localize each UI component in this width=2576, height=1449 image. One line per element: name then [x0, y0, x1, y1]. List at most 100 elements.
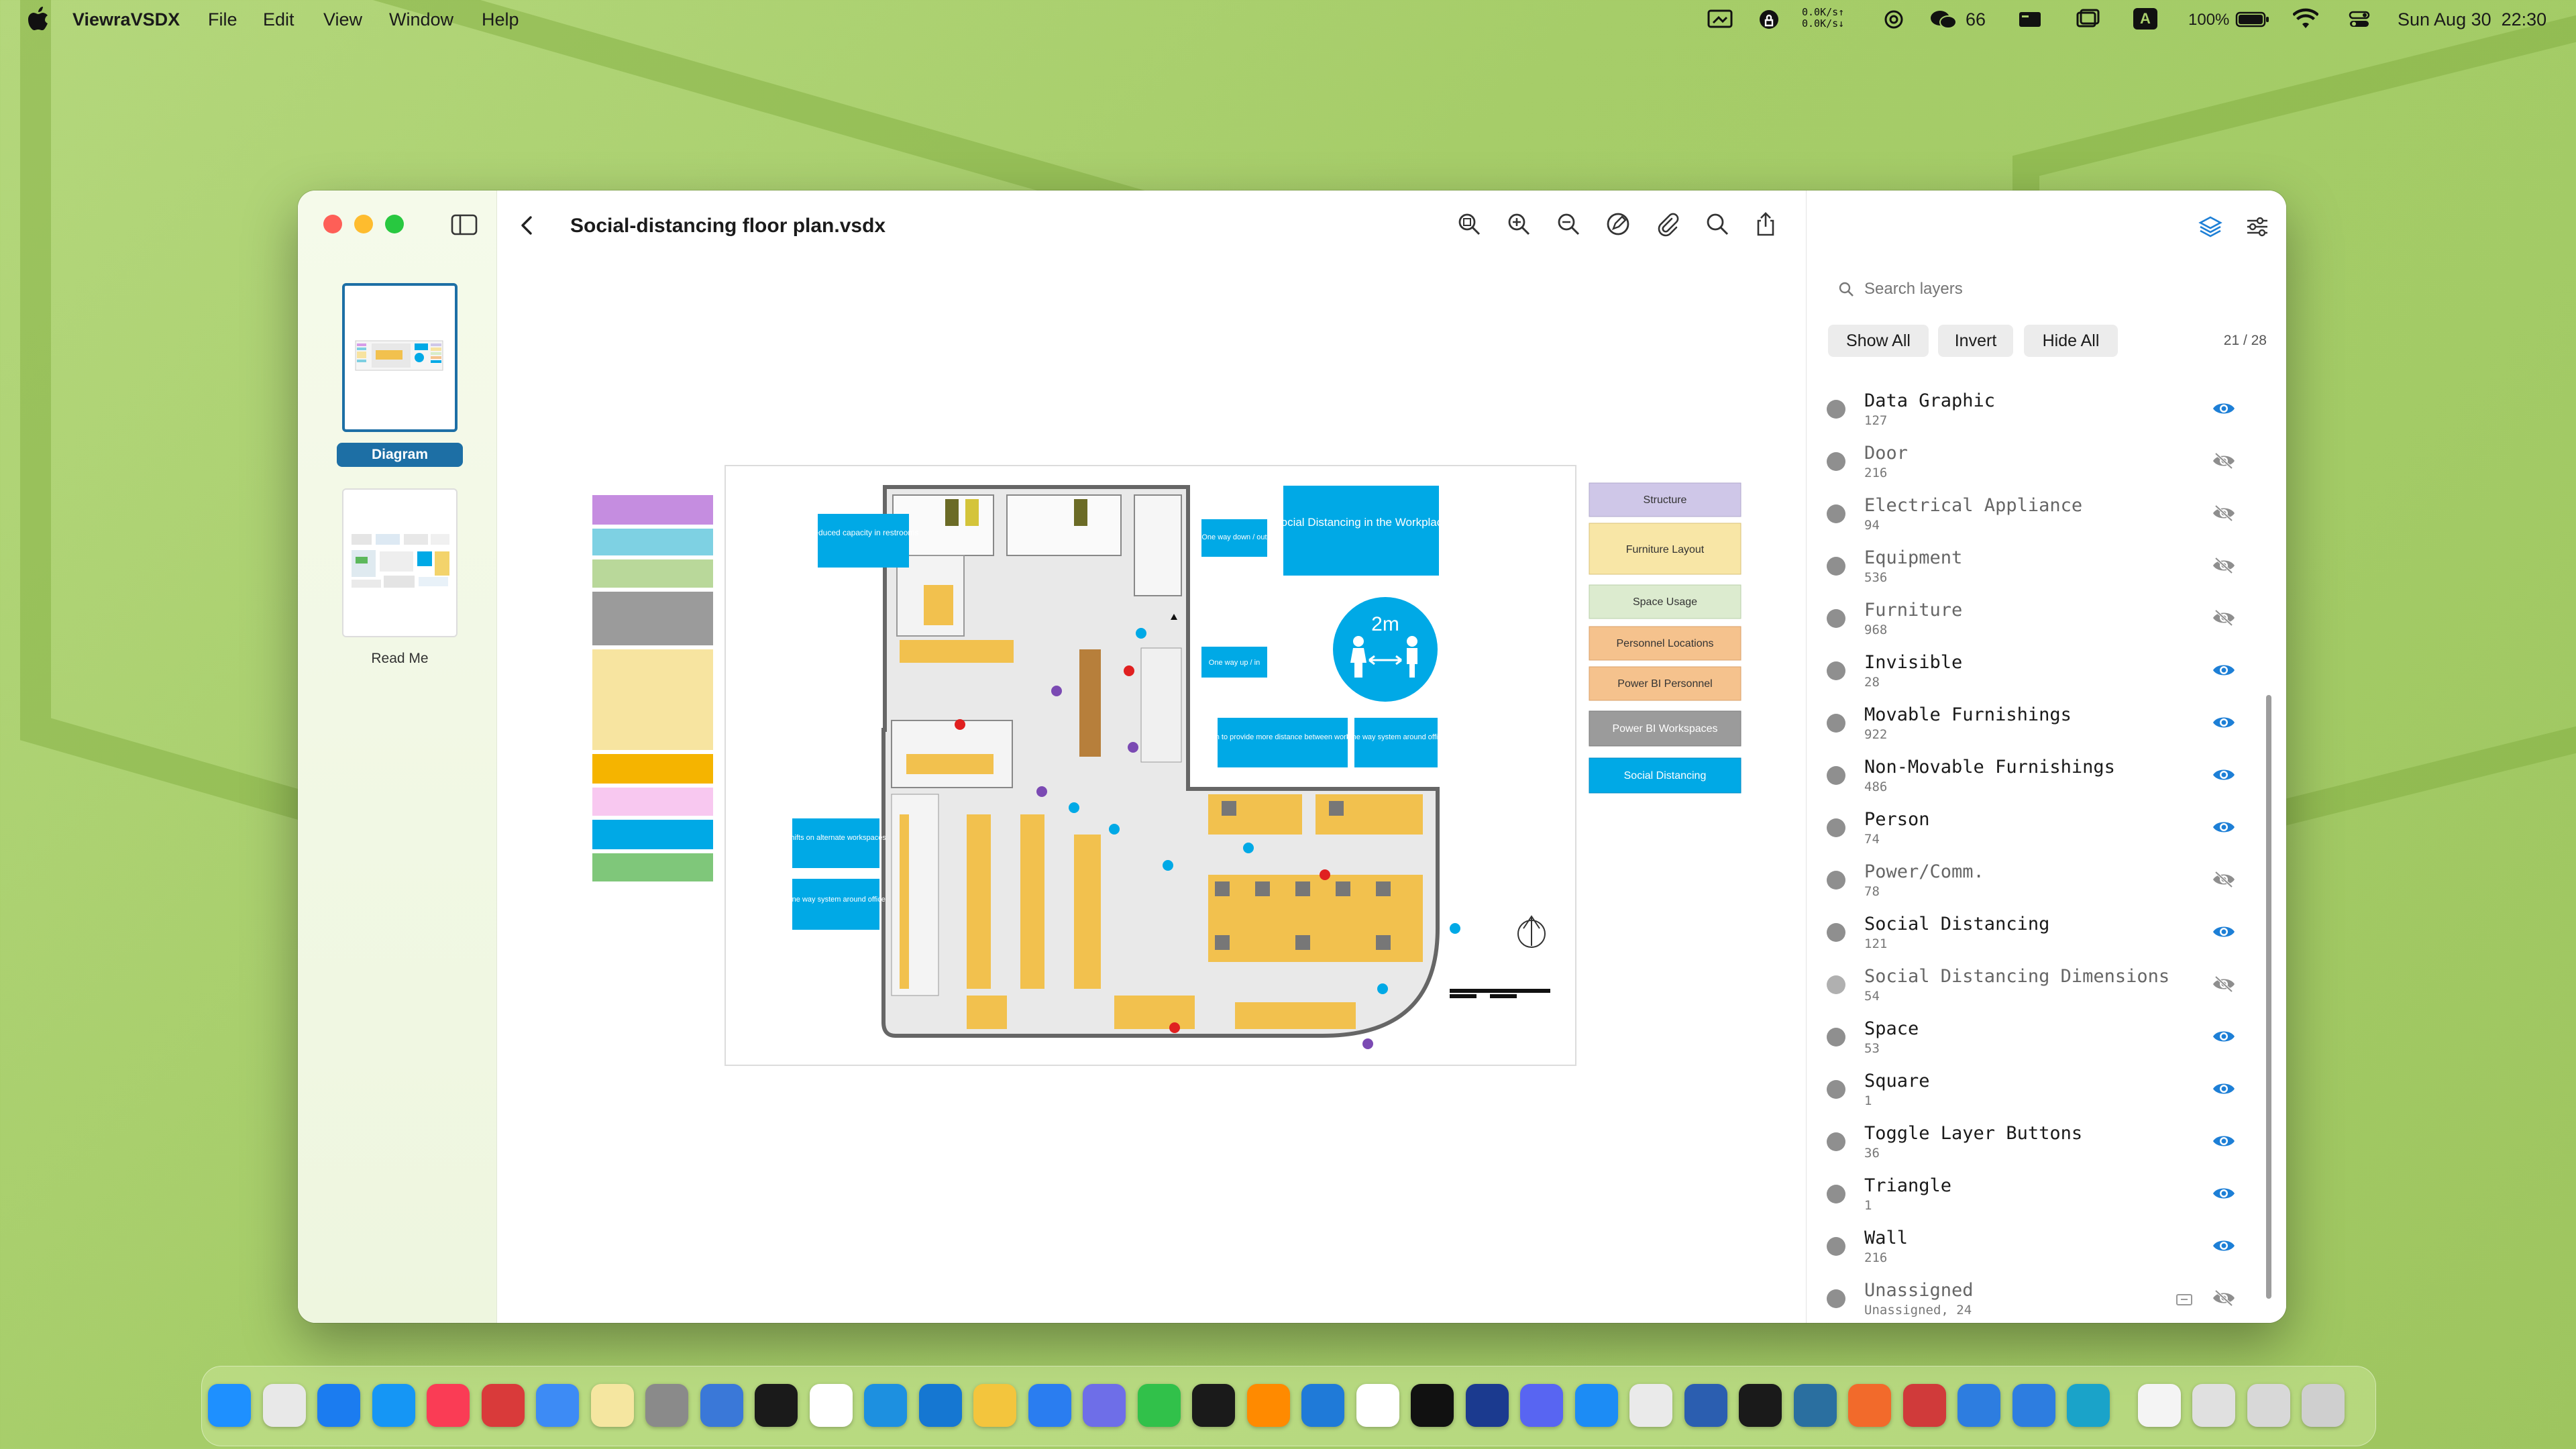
layer-search-box[interactable]: [1836, 272, 2252, 306]
layer-list-scrollbar[interactable]: [2266, 695, 2271, 1299]
layer-row[interactable]: Movable Furnishings 922: [1827, 700, 2256, 750]
sidebar-toggle-icon[interactable]: [451, 213, 478, 236]
back-chevron-icon[interactable]: [517, 213, 539, 237]
layer-color-dot[interactable]: [1827, 923, 1845, 942]
eye-icon[interactable]: [2212, 1026, 2236, 1046]
layer-row[interactable]: Invisible 28: [1827, 648, 2256, 698]
floor-plan-diagram[interactable]: Reduced capacity in restrooms One way do…: [497, 258, 1805, 1323]
eye-slash-icon[interactable]: [2212, 451, 2236, 471]
dictionary-icon[interactable]: [481, 1384, 525, 1427]
layer-row[interactable]: Unassigned Unassigned, 24: [1827, 1276, 2256, 1323]
chrome-icon[interactable]: [809, 1384, 853, 1427]
wifi-icon[interactable]: [2293, 8, 2318, 31]
screenshots-icon[interactable]: [2247, 1384, 2290, 1427]
layer-row[interactable]: Wall 216: [1827, 1224, 2256, 1273]
layer-row[interactable]: Data Graphic 127: [1827, 386, 2256, 436]
chatgpt-status-icon[interactable]: [1882, 8, 1905, 31]
xcode-icon[interactable]: [1574, 1384, 1618, 1427]
card-icon[interactable]: [2018, 8, 2042, 31]
legend-power-bi-personnel[interactable]: Power BI Personnel: [1617, 678, 1712, 690]
eye-icon[interactable]: [2212, 1131, 2236, 1151]
layer-row[interactable]: Equipment 536: [1827, 543, 2256, 593]
layers-icon[interactable]: [2197, 213, 2224, 240]
menu-app-name[interactable]: ViewraVSDX: [72, 9, 180, 30]
pen-app-icon[interactable]: [918, 1384, 962, 1427]
page-thumbnail-read-me[interactable]: [342, 488, 458, 637]
layer-row[interactable]: Furniture 968: [1827, 596, 2256, 645]
document-icon[interactable]: [2137, 1384, 2181, 1427]
page-label-diagram[interactable]: Diagram: [337, 443, 463, 467]
notes-icon[interactable]: [590, 1384, 634, 1427]
eye-slash-icon[interactable]: [2212, 974, 2236, 994]
eye-icon[interactable]: [2212, 398, 2236, 419]
search-layers-input[interactable]: [1863, 279, 2241, 299]
legend-power-bi-workspaces[interactable]: Power BI Workspaces: [1612, 723, 1717, 735]
legend-furniture-layout[interactable]: Furniture Layout: [1626, 544, 1705, 555]
layer-color-dot[interactable]: [1827, 1289, 1845, 1308]
control-center-icon[interactable]: [2348, 8, 2371, 31]
brave-icon[interactable]: [1848, 1384, 1891, 1427]
layer-color-dot[interactable]: [1827, 609, 1845, 628]
layer-color-dot[interactable]: [1827, 714, 1845, 733]
input-method-indicator[interactable]: A: [2133, 8, 2157, 30]
apple-menu-icon[interactable]: [27, 7, 50, 32]
layer-color-dot[interactable]: [1827, 818, 1845, 837]
layer-row[interactable]: Toggle Layer Buttons 36: [1827, 1119, 2256, 1169]
eye-icon[interactable]: [2212, 1079, 2236, 1099]
close-window-button[interactable]: [323, 215, 342, 233]
layer-color-dot[interactable]: [1827, 1080, 1845, 1099]
eye-slash-icon[interactable]: [2212, 555, 2236, 576]
layer-color-dot[interactable]: [1827, 1185, 1845, 1203]
folder-icon[interactable]: [2176, 1292, 2193, 1307]
eye-slash-icon[interactable]: [2212, 503, 2236, 523]
eye-icon[interactable]: [2212, 712, 2236, 733]
menu-help[interactable]: Help: [482, 9, 519, 30]
layer-row[interactable]: Door 216: [1827, 439, 2256, 488]
windows-app-icon[interactable]: [2012, 1384, 2055, 1427]
menu-window[interactable]: Window: [389, 9, 453, 30]
xmind-icon[interactable]: [1739, 1384, 1782, 1427]
legend-structure[interactable]: Structure: [1644, 494, 1687, 506]
eye-slash-icon[interactable]: [2212, 1288, 2236, 1308]
zoom-to-fit-icon[interactable]: [1456, 211, 1483, 237]
activity-monitor-icon[interactable]: [1192, 1384, 1235, 1427]
layer-color-dot[interactable]: [1827, 661, 1845, 680]
settings-sliders-icon[interactable]: [2244, 213, 2271, 240]
finder-icon[interactable]: [208, 1384, 251, 1427]
layer-row[interactable]: Non-Movable Furnishings 486: [1827, 753, 2256, 802]
eye-slash-icon[interactable]: [2212, 608, 2236, 628]
notion-icon[interactable]: [1356, 1384, 1399, 1427]
layer-color-dot[interactable]: [1827, 400, 1845, 419]
window-switcher-icon[interactable]: [2076, 8, 2100, 31]
eye-icon[interactable]: [2212, 817, 2236, 837]
wechat-status-icon[interactable]: [1929, 8, 1959, 31]
rocket-icon[interactable]: [1629, 1384, 1672, 1427]
layer-row[interactable]: Electrical Appliance 94: [1827, 491, 2256, 541]
safari-icon[interactable]: [317, 1384, 360, 1427]
layer-row[interactable]: Space 53: [1827, 1014, 2256, 1064]
page-thumbnail-diagram[interactable]: [342, 283, 458, 432]
menu-edit[interactable]: Edit: [263, 9, 294, 30]
zoom-window-button[interactable]: [385, 215, 404, 233]
mail-icon[interactable]: [536, 1384, 579, 1427]
eye-icon[interactable]: [2212, 922, 2236, 942]
diagram-canvas[interactable]: Reduced capacity in restrooms One way do…: [497, 258, 1805, 1323]
layer-color-dot[interactable]: [1827, 871, 1845, 890]
chatgpt-icon[interactable]: [973, 1384, 1016, 1427]
word-icon[interactable]: [1684, 1384, 1727, 1427]
stocks-icon[interactable]: [1028, 1384, 1071, 1427]
launchpad-icon[interactable]: [262, 1384, 306, 1427]
hide-all-button[interactable]: Hide All: [2024, 325, 2118, 357]
right-legend[interactable]: Structure Furniture Layout Space Usage P…: [1589, 482, 1741, 794]
windows-icon[interactable]: [1957, 1384, 2000, 1427]
layer-color-dot[interactable]: [1827, 1028, 1845, 1046]
menu-file[interactable]: File: [208, 9, 237, 30]
layer-color-dot[interactable]: [1827, 975, 1845, 994]
minimize-window-button[interactable]: [354, 215, 373, 233]
eye-icon[interactable]: [2212, 765, 2236, 785]
trash-icon[interactable]: [2302, 1384, 2345, 1427]
music-icon[interactable]: [427, 1384, 470, 1427]
app-store-icon[interactable]: [372, 1384, 415, 1427]
zoom-in-icon[interactable]: [1505, 211, 1532, 237]
battery-icon[interactable]: [2235, 8, 2270, 31]
